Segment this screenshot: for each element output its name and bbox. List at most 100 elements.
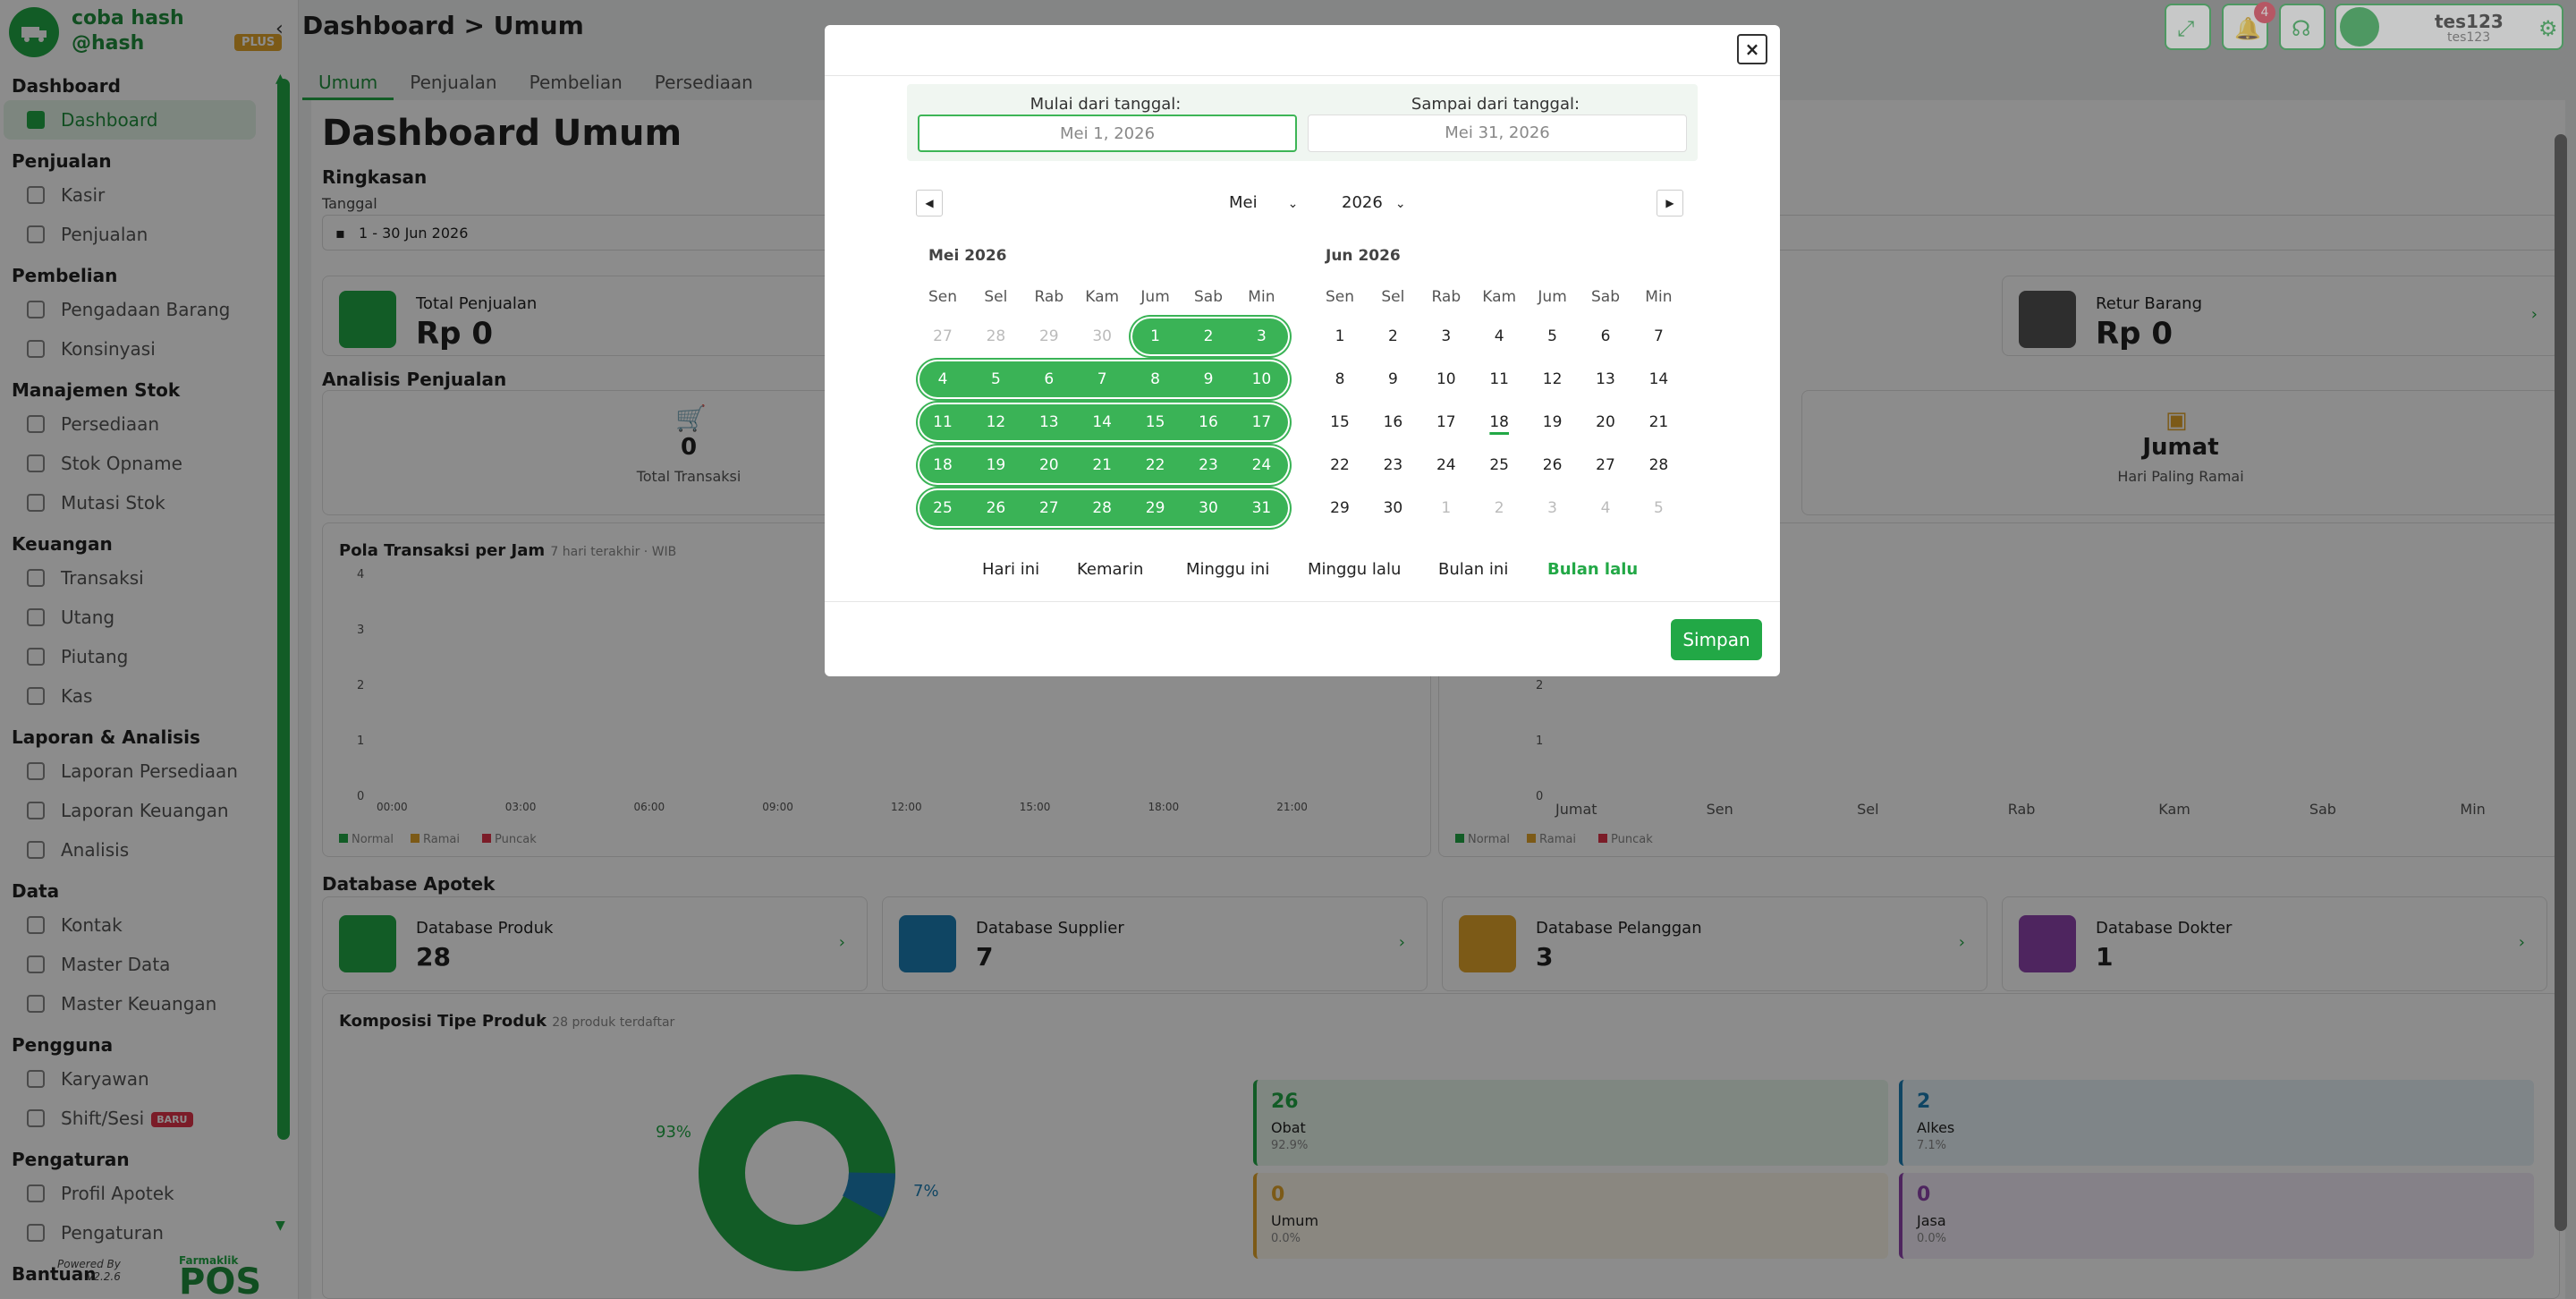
calendar-day[interactable]: 20 [1024,447,1074,483]
calendar-day[interactable]: 18 [1474,404,1524,440]
calendar-day[interactable]: 7 [1077,361,1127,397]
next-month-button[interactable]: ▶ [1657,190,1683,216]
calendar-day[interactable]: 11 [1474,361,1524,397]
end-label: Sampai dari tanggal: [1411,95,1580,114]
calendar-day[interactable]: 23 [1368,447,1418,483]
calendar-day[interactable]: 28 [970,318,1021,354]
calendar-day[interactable]: 8 [1315,361,1365,397]
preset-minggu-ini[interactable]: Minggu ini [1186,560,1269,579]
weekday-label: Rab [1034,288,1064,306]
calendar-day[interactable]: 5 [970,361,1021,397]
avatar [2340,7,2379,47]
calendar-day[interactable]: 24 [1421,447,1471,483]
calendar-day[interactable]: 29 [1024,318,1074,354]
fullscreen-button[interactable]: ⤢ [2165,4,2211,50]
year-select[interactable]: 2026 ⌄ [1342,193,1406,212]
calendar-day[interactable]: 4 [1580,490,1631,526]
calendar-day[interactable]: 22 [1131,447,1181,483]
calendar-day[interactable]: 5 [1528,318,1578,354]
right-month-title: Jun 2026 [1326,247,1401,265]
calendar-day[interactable]: 30 [1077,318,1127,354]
calendar-day[interactable]: 11 [918,404,968,440]
calendar-day[interactable]: 22 [1315,447,1365,483]
calendar-day[interactable]: 14 [1633,361,1683,397]
calendar-day[interactable]: 3 [1421,318,1471,354]
notification-button[interactable]: 🔔 4 [2222,2,2275,50]
save-button[interactable]: Simpan [1671,619,1762,660]
calendar-day[interactable]: 21 [1077,447,1127,483]
preset-bulan-lalu[interactable]: Bulan lalu [1547,560,1638,579]
calendar-day[interactable]: 16 [1183,404,1233,440]
calendar-day[interactable]: 16 [1368,404,1418,440]
gear-icon[interactable]: ⚙ [2538,16,2558,41]
calendar-day[interactable]: 23 [1183,447,1233,483]
calendar-day[interactable]: 4 [1474,318,1524,354]
date-range-modal: × Mulai dari tanggal: Mei 1, 2026 Sampai… [825,25,1780,676]
preset-minggu-lalu[interactable]: Minggu lalu [1308,560,1401,579]
month-select[interactable]: Mei ⌄ [1229,193,1298,212]
calendar-day[interactable]: 13 [1580,361,1631,397]
calendar-day[interactable]: 19 [1528,404,1578,440]
user-menu[interactable]: tes123 tes123 ⚙ [2334,4,2563,50]
end-date-input[interactable]: Mei 31, 2026 [1308,115,1687,152]
calendar-day[interactable]: 13 [1024,404,1074,440]
calendar-day[interactable]: 27 [918,318,968,354]
calendar-day[interactable]: 14 [1077,404,1127,440]
calendar-day[interactable]: 26 [1528,447,1578,483]
calendar-day[interactable]: 3 [1236,318,1286,354]
calendar-day[interactable]: 29 [1131,490,1181,526]
calendar-day[interactable]: 10 [1236,361,1286,397]
calendar-day[interactable]: 5 [1633,490,1683,526]
prev-month-button[interactable]: ◀ [916,190,943,216]
calendar-day[interactable]: 15 [1131,404,1181,440]
calendar-day[interactable]: 9 [1183,361,1233,397]
calendar-day[interactable]: 27 [1580,447,1631,483]
calendar-day[interactable]: 4 [918,361,968,397]
close-button[interactable]: × [1737,34,1767,64]
weekday-label: Kam [1085,288,1120,306]
calendar-day[interactable]: 6 [1580,318,1631,354]
calendar-day[interactable]: 28 [1077,490,1127,526]
calendar-day[interactable]: 6 [1024,361,1074,397]
calendar-day[interactable]: 1 [1421,490,1471,526]
calendar-day[interactable]: 28 [1633,447,1683,483]
calendar-day[interactable]: 18 [918,447,968,483]
calendar-day[interactable]: 30 [1368,490,1418,526]
start-date-input[interactable]: Mei 1, 2026 [918,115,1297,152]
calendar-day[interactable]: 25 [1474,447,1524,483]
calendar-day[interactable]: 17 [1421,404,1471,440]
calendar-day[interactable]: 17 [1236,404,1286,440]
calendar-day[interactable]: 2 [1368,318,1418,354]
calendar-day[interactable]: 29 [1315,490,1365,526]
weekday-label: Kam [1482,288,1517,306]
calendar-day[interactable]: 12 [1528,361,1578,397]
calendar-day[interactable]: 1 [1315,318,1365,354]
weekday-label: Sab [1591,288,1620,306]
calendar-day[interactable]: 7 [1633,318,1683,354]
calendar-day[interactable]: 25 [918,490,968,526]
calendar-day[interactable]: 3 [1528,490,1578,526]
calendar-day[interactable]: 10 [1421,361,1471,397]
calendar-day[interactable]: 20 [1580,404,1631,440]
calendar-day[interactable]: 9 [1368,361,1418,397]
calendar-day[interactable]: 27 [1024,490,1074,526]
weekday-label: Min [1645,288,1673,306]
calendar-day[interactable]: 12 [970,404,1021,440]
preset-kemarin[interactable]: Kemarin [1077,560,1143,579]
calendar-day[interactable]: 15 [1315,404,1365,440]
calendar-day[interactable]: 26 [970,490,1021,526]
calendar-day[interactable]: 2 [1474,490,1524,526]
calendar-day[interactable]: 19 [970,447,1021,483]
calendar-day[interactable]: 2 [1183,318,1233,354]
preset-bulan-ini[interactable]: Bulan ini [1438,560,1508,579]
calendar-day[interactable]: 21 [1633,404,1683,440]
weekday-label: Jum [1538,288,1567,306]
calendar-day[interactable]: 8 [1131,361,1181,397]
support-button[interactable]: ☊ [2279,4,2326,50]
calendar-day[interactable]: 30 [1183,490,1233,526]
calendar-day[interactable]: 24 [1236,447,1286,483]
preset-hari-ini[interactable]: Hari ini [982,560,1039,579]
weekday-label: Sel [1381,288,1405,306]
calendar-day[interactable]: 1 [1131,318,1181,354]
calendar-day[interactable]: 31 [1236,490,1286,526]
